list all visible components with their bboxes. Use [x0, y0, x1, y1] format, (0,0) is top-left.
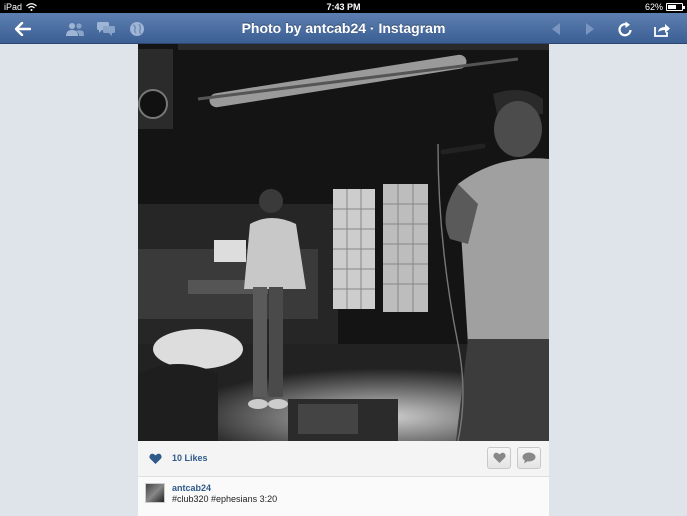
nav-back-button[interactable] — [548, 19, 564, 39]
battery-tip — [683, 5, 685, 9]
like-heart-icon — [492, 452, 506, 463]
refresh-icon — [617, 21, 632, 37]
battery-icon — [666, 2, 685, 11]
likes-count[interactable]: 10 Likes — [172, 453, 208, 463]
post-card: 10 Likes antcab24 #club320 #ephesians 3:… — [138, 44, 549, 516]
nav-forward-button[interactable] — [582, 19, 598, 39]
comment-button[interactable] — [517, 447, 541, 469]
status-bar: iPad 7:43 PM 62% — [0, 0, 687, 13]
like-button[interactable] — [487, 447, 511, 469]
nav-forward-icon — [586, 23, 594, 35]
concert-photo-image — [138, 44, 549, 441]
status-right: 62% — [644, 1, 685, 12]
caption-text: #club320 #ephesians 3:20 — [172, 494, 278, 504]
share-icon — [653, 23, 670, 37]
caption-row: antcab24 #club320 #ephesians 3:20 — [138, 478, 549, 516]
status-left: iPad — [4, 2, 37, 12]
wifi-icon — [26, 2, 37, 11]
nav-bar: Photo by antcab24 · Instagram — [0, 13, 687, 44]
device-label: iPad — [4, 1, 23, 12]
share-button[interactable] — [652, 19, 672, 39]
comment-bubble-icon — [522, 452, 536, 464]
nav-back-icon — [552, 23, 560, 35]
post-photo[interactable] — [138, 44, 549, 441]
battery-percent: 62% — [644, 1, 663, 12]
avatar[interactable] — [145, 483, 165, 503]
battery-fill — [668, 4, 677, 9]
heart-icon — [149, 453, 162, 464]
refresh-button[interactable] — [615, 19, 635, 39]
status-time: 7:43 PM — [326, 1, 361, 12]
caption-username[interactable]: antcab24 — [172, 483, 211, 493]
likes-row: 10 Likes — [138, 441, 549, 477]
